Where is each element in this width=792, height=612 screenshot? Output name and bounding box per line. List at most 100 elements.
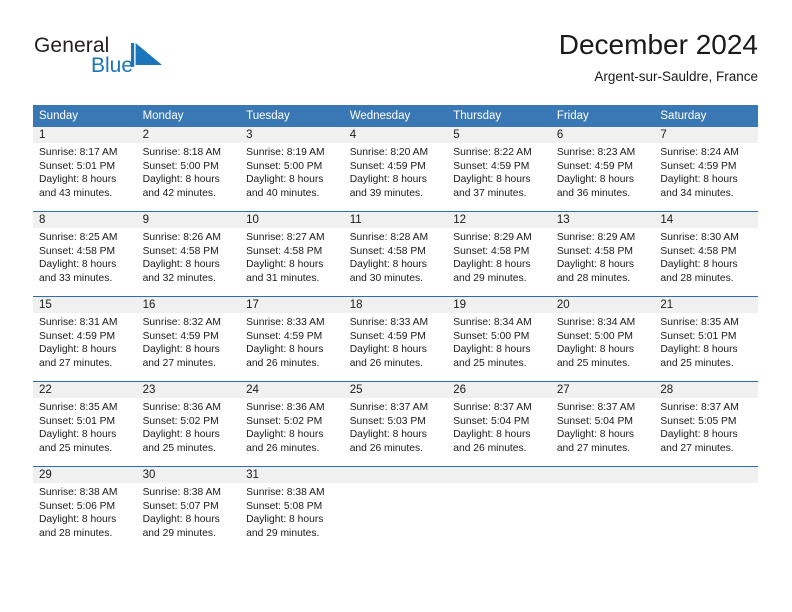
sunrise-text: Sunrise: 8:33 AM — [349, 317, 429, 328]
daylight-text-line1: Daylight: 8 hours — [246, 174, 324, 186]
calendar-day-cell[interactable]: 12 Sunrise: 8:29 AM Sunset: 4:58 PM Dayligh… — [447, 211, 551, 297]
calendar-day-cell[interactable]: 14 Sunrise: 8:30 AM Sunset: 4:58 PM Dayligh… — [654, 211, 758, 297]
day-number: 29 — [33, 467, 137, 483]
sunrise-text: Sunrise: 8:33 AM — [246, 317, 325, 328]
daylight-text-line2: and 27 minutes. — [39, 357, 113, 369]
brand-logo: General Blue — [34, 34, 234, 90]
calendar-day-cell[interactable]: 3 Sunrise: 8:19 AM Sunset: 5:00 PM Daylight… — [240, 127, 344, 212]
sunset-text: Sunset: 5:04 PM — [556, 415, 633, 427]
calendar-day-cell[interactable]: 19 Sunrise: 8:34 AM Sunset: 5:00 PM Dayligh… — [447, 296, 551, 382]
page-header: General Blue December 2024 Argent-sur-Sa… — [34, 28, 758, 96]
calendar-day-cell[interactable]: 7 Sunrise: 8:24 AM Sunset: 4:59 PM Daylight… — [654, 127, 758, 212]
daylight-text-line1: Daylight: 8 hours — [142, 514, 220, 526]
sunset-text: Sunset: 4:59 PM — [660, 160, 737, 172]
daylight-text-line1: Daylight: 8 hours — [39, 259, 117, 271]
daylight-text-line2: and 43 minutes. — [39, 187, 113, 199]
calendar-day-cell[interactable]: 6 Sunrise: 8:23 AM Sunset: 4:59 PM Daylight… — [550, 127, 655, 212]
calendar-day-cell[interactable]: 17 Sunrise: 8:33 AM Sunset: 4:59 PM Dayligh… — [240, 296, 344, 382]
daylight-text-line1: Daylight: 8 hours — [39, 344, 117, 356]
calendar-day-cell[interactable]: 18 Sunrise: 8:33 AM Sunset: 4:59 PM Dayligh… — [343, 296, 448, 382]
daylight-text-line2: and 34 minutes. — [660, 187, 734, 199]
sunrise-text: Sunrise: 8:37 AM — [349, 402, 429, 413]
page-subtitle: Argent-sur-Sauldre, France — [594, 69, 758, 84]
daylight-text-line1: Daylight: 8 hours — [39, 429, 117, 441]
sunset-text: Sunset: 5:00 PM — [142, 160, 219, 172]
day-number: 10 — [240, 212, 344, 228]
calendar-day-cell[interactable]: 30 Sunrise: 8:38 AM Sunset: 5:07 PM Dayligh… — [136, 466, 241, 551]
calendar-day-cell[interactable]: 8 Sunrise: 8:25 AM Sunset: 4:58 PM Daylight… — [33, 211, 137, 297]
sunset-text: Sunset: 5:00 PM — [453, 330, 530, 342]
weekday-header-wednesday: Wednesday — [343, 105, 448, 127]
daylight-text-line2: and 40 minutes. — [246, 187, 320, 199]
sunrise-text: Sunrise: 8:31 AM — [39, 317, 118, 328]
calendar-day-cell[interactable]: 20 Sunrise: 8:34 AM Sunset: 5:00 PM Dayligh… — [550, 296, 655, 382]
calendar-day-cell[interactable]: 4 Sunrise: 8:20 AM Sunset: 4:59 PM Daylight… — [343, 127, 448, 212]
sunrise-text: Sunrise: 8:29 AM — [556, 232, 636, 243]
calendar-week-row: 1 Sunrise: 8:17 AM Sunset: 5:01 PM Daylight… — [33, 127, 758, 212]
day-number: 23 — [136, 382, 241, 398]
daylight-text-line1: Daylight: 8 hours — [246, 429, 324, 441]
calendar-day-cell[interactable]: 29 Sunrise: 8:38 AM Sunset: 5:06 PM Dayligh… — [33, 466, 137, 551]
calendar-day-cell[interactable]: 16 Sunrise: 8:32 AM Sunset: 4:59 PM Dayligh… — [136, 296, 241, 382]
sunrise-text: Sunrise: 8:27 AM — [246, 232, 325, 243]
calendar-day-cell[interactable]: 28 Sunrise: 8:37 AM Sunset: 5:05 PM Dayligh… — [654, 381, 758, 467]
daylight-text-line1: Daylight: 8 hours — [660, 259, 738, 271]
daylight-text-line1: Daylight: 8 hours — [349, 344, 427, 356]
day-number: 25 — [343, 382, 448, 398]
day-number: 18 — [343, 297, 448, 313]
daylight-text-line2: and 26 minutes. — [453, 442, 527, 454]
calendar-day-cell[interactable]: 24 Sunrise: 8:36 AM Sunset: 5:02 PM Dayligh… — [240, 381, 344, 467]
sunrise-text: Sunrise: 8:20 AM — [349, 147, 429, 158]
daylight-text-line2: and 26 minutes. — [349, 442, 423, 454]
daylight-text-line2: and 25 minutes. — [142, 442, 216, 454]
calendar-day-cell[interactable]: 23 Sunrise: 8:36 AM Sunset: 5:02 PM Dayligh… — [136, 381, 241, 467]
day-number: 12 — [447, 212, 551, 228]
calendar-day-cell-empty — [654, 466, 758, 551]
daylight-text-line2: and 27 minutes. — [142, 357, 216, 369]
daylight-text-line2: and 39 minutes. — [349, 187, 423, 199]
sunset-text: Sunset: 5:05 PM — [660, 415, 737, 427]
sunset-text: Sunset: 5:01 PM — [660, 330, 737, 342]
day-number: 16 — [136, 297, 241, 313]
sunrise-text: Sunrise: 8:37 AM — [453, 402, 532, 413]
day-number: 15 — [33, 297, 137, 313]
calendar-day-cell[interactable]: 22 Sunrise: 8:35 AM Sunset: 5:01 PM Dayligh… — [33, 381, 137, 467]
daylight-text-line1: Daylight: 8 hours — [556, 429, 635, 441]
calendar-day-cell[interactable]: 13 Sunrise: 8:29 AM Sunset: 4:58 PM Dayligh… — [550, 211, 655, 297]
sunset-text: Sunset: 5:08 PM — [246, 500, 323, 512]
sunset-text: Sunset: 4:59 PM — [453, 160, 530, 172]
calendar-day-cell[interactable]: 27 Sunrise: 8:37 AM Sunset: 5:04 PM Dayligh… — [550, 381, 655, 467]
calendar-day-cell[interactable]: 11 Sunrise: 8:28 AM Sunset: 4:58 PM Dayligh… — [343, 211, 448, 297]
day-number: 8 — [33, 212, 137, 228]
sunrise-text: Sunrise: 8:32 AM — [142, 317, 221, 328]
sunrise-text: Sunrise: 8:17 AM — [39, 147, 118, 158]
day-number: 14 — [654, 212, 758, 228]
daylight-text-line1: Daylight: 8 hours — [246, 344, 324, 356]
sunset-text: Sunset: 4:58 PM — [349, 245, 426, 257]
calendar-day-cell[interactable]: 21 Sunrise: 8:35 AM Sunset: 5:01 PM Dayligh… — [654, 296, 758, 382]
calendar-day-cell[interactable]: 9 Sunrise: 8:26 AM Sunset: 4:58 PM Daylight… — [136, 211, 241, 297]
daylight-text-line1: Daylight: 8 hours — [453, 344, 531, 356]
daylight-text-line1: Daylight: 8 hours — [39, 174, 117, 186]
calendar-page: General Blue December 2024 Argent-sur-Sa… — [0, 0, 792, 612]
daylight-text-line2: and 28 minutes. — [660, 272, 734, 284]
daylight-text-line1: Daylight: 8 hours — [556, 344, 635, 356]
calendar-day-cell[interactable]: 31 Sunrise: 8:38 AM Sunset: 5:08 PM Dayligh… — [240, 466, 344, 551]
daylight-text-line1: Daylight: 8 hours — [453, 174, 531, 186]
calendar-day-cell[interactable]: 5 Sunrise: 8:22 AM Sunset: 4:59 PM Daylight… — [447, 127, 551, 212]
sunrise-text: Sunrise: 8:36 AM — [246, 402, 325, 413]
day-number: 6 — [550, 127, 655, 143]
day-number: 7 — [654, 127, 758, 143]
calendar-day-cell[interactable]: 25 Sunrise: 8:37 AM Sunset: 5:03 PM Dayligh… — [343, 381, 448, 467]
sunrise-text: Sunrise: 8:25 AM — [39, 232, 118, 243]
calendar-day-cell[interactable]: 1 Sunrise: 8:17 AM Sunset: 5:01 PM Daylight… — [33, 127, 137, 212]
calendar-day-cell[interactable]: 10 Sunrise: 8:27 AM Sunset: 4:58 PM Dayligh… — [240, 211, 344, 297]
calendar-day-cell[interactable]: 26 Sunrise: 8:37 AM Sunset: 5:04 PM Dayligh… — [447, 381, 551, 467]
calendar-day-cell[interactable]: 15 Sunrise: 8:31 AM Sunset: 4:59 PM Dayligh… — [33, 296, 137, 382]
daylight-text-line2: and 26 minutes. — [349, 357, 423, 369]
calendar-day-cell[interactable]: 2 Sunrise: 8:18 AM Sunset: 5:00 PM Daylight… — [136, 127, 241, 212]
daylight-text-line1: Daylight: 8 hours — [349, 259, 427, 271]
sunset-text: Sunset: 5:06 PM — [39, 500, 116, 512]
sunset-text: Sunset: 5:03 PM — [349, 415, 426, 427]
day-number: 26 — [447, 382, 551, 398]
